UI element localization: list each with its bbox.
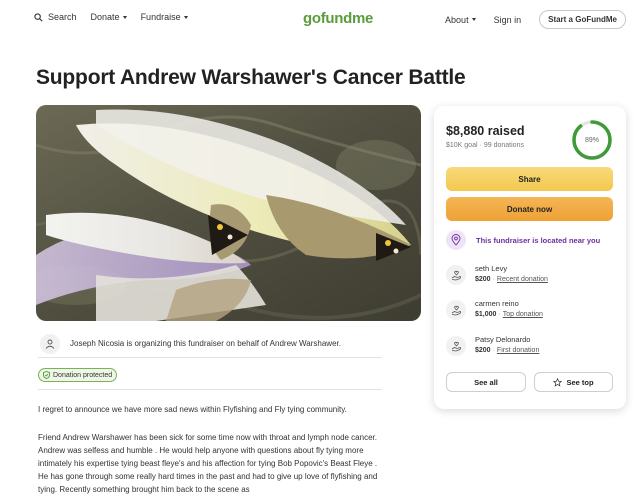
donor-tag-link[interactable]: Top donation: [503, 311, 543, 318]
gofundme-logo[interactable]: gofundme: [303, 10, 373, 27]
start-gofundme-button[interactable]: Start a GoFundMe: [539, 10, 626, 29]
divider: [38, 389, 382, 390]
donor-amount: $1,000: [475, 311, 497, 318]
amount-raised: $8,880 raised: [446, 124, 525, 138]
donate-menu[interactable]: Donate: [91, 12, 127, 22]
separator-dot: ·: [479, 142, 482, 149]
share-button[interactable]: Share: [446, 167, 613, 191]
donation-count: 99 donations: [483, 142, 524, 149]
chevron-down-icon: [122, 15, 127, 19]
person-icon: [40, 333, 60, 354]
donation-protected-badge[interactable]: Donation protected: [38, 368, 118, 382]
nav-right: About Sign in Start a GoFundMe: [445, 10, 626, 29]
donor-meta: $1,000 · Top donation: [475, 309, 543, 320]
goal-summary: $10K goal · 99 donations: [446, 142, 524, 149]
organizer-row: Joseph Nicosia is organizing this fundra…: [38, 330, 382, 358]
signin-label: Sign in: [493, 14, 522, 25]
about-menu-label: About: [445, 14, 469, 25]
donor-item: Patsy Delonardo $200 · First donation: [446, 334, 539, 356]
progress-percent: 89%: [584, 136, 599, 144]
donation-card: $8,880 raised $10K goal · 99 donations 89%…: [434, 106, 626, 409]
location-pin-icon: [446, 230, 466, 250]
heart-hand-icon: [446, 265, 466, 285]
search-link[interactable]: Search: [34, 12, 77, 22]
fly-image: [36, 105, 421, 321]
story-paragraph: Friend Andrew Warshawer has been sick fo…: [38, 433, 378, 494]
donor-meta: $200 · First donation: [475, 345, 539, 356]
signin-link[interactable]: Sign in: [494, 15, 522, 25]
donor-amount: $200: [475, 276, 491, 283]
donor-item: carmen reino $1,000 · Top donation: [446, 298, 543, 320]
donate-now-button[interactable]: Donate now: [446, 197, 613, 221]
separator-dot: ·: [492, 276, 495, 283]
donor-name: seth Levy: [475, 264, 508, 273]
story-paragraph: I regret to announce we have more sad ne…: [38, 405, 347, 414]
page-title: Support Andrew Warshawer's Cancer Battle: [36, 66, 466, 89]
goal-amount: $10K goal: [446, 142, 478, 149]
donor-tag-link[interactable]: First donation: [497, 347, 539, 354]
nav-left: Search Donate Fundraise: [34, 12, 202, 22]
campaign-hero-image: [36, 105, 421, 321]
donor-meta: $200 · Recent donation: [475, 274, 548, 285]
organizer-text: Joseph Nicosia is organizing this fundra…: [70, 339, 341, 348]
donor-amount: $200: [475, 347, 491, 354]
about-menu[interactable]: About: [445, 15, 476, 25]
donor-name: Patsy Delonardo: [475, 335, 531, 344]
donor-info: carmen reino $1,000 · Top donation: [475, 298, 543, 320]
chevron-down-icon: [471, 18, 476, 21]
donor-info: Patsy Delonardo $200 · First donation: [475, 334, 539, 356]
star-icon: [553, 377, 563, 387]
location-notice: This fundraiser is located near you: [446, 230, 600, 250]
chevron-down-icon: [183, 15, 188, 19]
heart-hand-icon: [446, 300, 466, 320]
donor-tag-link[interactable]: Recent donation: [497, 276, 548, 283]
heart-hand-icon: [446, 336, 466, 356]
separator-dot: ·: [492, 347, 495, 354]
search-icon: [34, 12, 43, 22]
see-top-label: See top: [566, 377, 594, 387]
donor-name: carmen reino: [475, 299, 519, 308]
shield-icon: [43, 371, 50, 379]
search-label: Search: [48, 12, 77, 22]
see-all-button[interactable]: See all: [446, 372, 526, 392]
separator-dot: ·: [498, 311, 501, 318]
donor-info: seth Levy $200 · Recent donation: [475, 263, 548, 285]
fundraise-menu[interactable]: Fundraise: [141, 12, 188, 22]
donate-menu-label: Donate: [90, 12, 120, 22]
location-notice-text: This fundraiser is located near you: [476, 235, 601, 245]
donation-protected-label: Donation protected: [53, 371, 113, 379]
donor-item: seth Levy $200 · Recent donation: [446, 263, 548, 285]
campaign-story: I regret to announce we have more sad ne…: [38, 403, 378, 501]
see-top-button[interactable]: See top: [534, 372, 613, 392]
fundraise-menu-label: Fundraise: [140, 12, 181, 22]
top-nav: Search Donate Fundraise gofundme About S…: [0, 0, 640, 38]
